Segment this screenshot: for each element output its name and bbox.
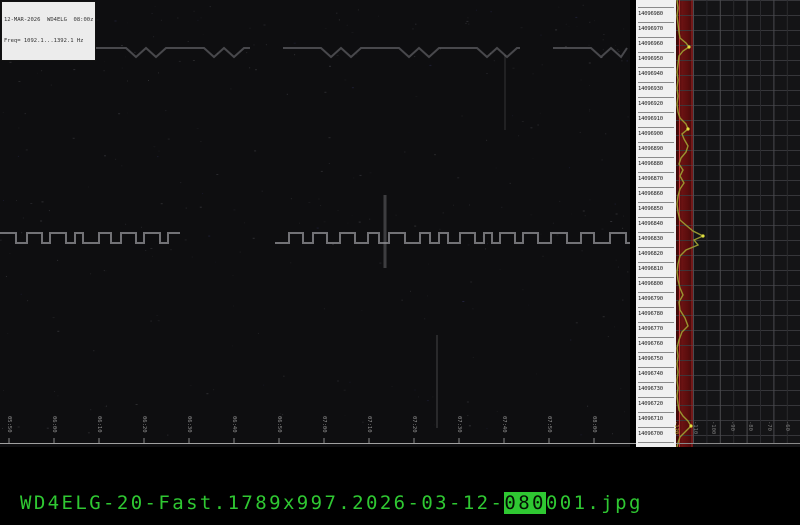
frequency-tick-label: 14096890 — [638, 146, 674, 152]
frequency-tick-line — [638, 142, 674, 143]
qrss-grabber-screenshot: 14096980 14096970 14096960 14096950 14096940… — [0, 0, 800, 525]
frequency-tick-label: 14096910 — [638, 116, 674, 122]
waterfall-panel — [0, 0, 630, 447]
frequency-tick-line — [638, 277, 674, 278]
frequency-tick-label: 14096710 — [638, 416, 674, 422]
frequency-tick-label: 14096820 — [638, 251, 674, 257]
frequency-tick-line — [638, 172, 674, 173]
info-box-freq-range: Freq= 1092.1...1392.1 Hz — [4, 38, 93, 45]
frequency-tick-line — [638, 127, 674, 128]
frequency-tick-label: 14096810 — [638, 266, 674, 272]
db-tick-label: -110 — [692, 421, 698, 445]
frequency-tick-line — [638, 112, 674, 113]
frequency-tick-line — [638, 7, 674, 8]
spectrum-red-band — [676, 0, 693, 447]
frequency-tick-label: 14096880 — [638, 161, 674, 167]
frequency-tick-label: 14096840 — [638, 221, 674, 227]
frequency-tick-line — [638, 82, 674, 83]
frequency-tick-label: 14096970 — [638, 26, 674, 32]
frequency-tick-label: 14096730 — [638, 386, 674, 392]
db-tick-label: -100 — [710, 421, 716, 445]
frequency-scale: 14096980 14096970 14096960 14096950 14096940… — [636, 0, 676, 447]
frequency-tick-label: 14096960 — [638, 41, 674, 47]
frequency-tick-label: 14096940 — [638, 71, 674, 77]
frequency-tick-line — [638, 412, 674, 413]
frequency-tick-label: 14096800 — [638, 281, 674, 287]
frequency-tick-line — [638, 232, 674, 233]
frequency-tick-line — [638, 37, 674, 38]
frequency-tick-line — [638, 382, 674, 383]
frequency-tick-line — [638, 22, 674, 23]
frequency-tick-line — [638, 157, 674, 158]
frequency-tick-line — [638, 202, 674, 203]
db-tick-label: -90 — [729, 421, 735, 445]
frequency-tick-line — [638, 322, 674, 323]
frequency-tick-line — [638, 307, 674, 308]
frequency-tick-label: 14096980 — [638, 11, 674, 17]
time-tick-label: 07:30 — [456, 416, 462, 442]
info-box: 12-MAR-2026 WD4ELG 08:00z Freq= 1092.1..… — [1, 1, 96, 61]
frequency-tick-label: 14096700 — [638, 431, 674, 437]
frequency-tick-label: 14096720 — [638, 401, 674, 407]
info-box-datetime: 12-MAR-2026 WD4ELG 08:00z — [4, 17, 93, 24]
time-tick-label: 07:20 — [411, 416, 417, 442]
time-tick-label: 07:00 — [321, 416, 327, 442]
filename-prefix: WD4ELG-20-Fast.1789x997.2026-03-12- — [20, 492, 504, 514]
frequency-tick-label: 14096740 — [638, 371, 674, 377]
frequency-tick-line — [638, 442, 674, 443]
db-tick-label: -70 — [766, 421, 772, 445]
time-tick-label: 06:10 — [96, 416, 102, 442]
frequency-tick-label: 14096920 — [638, 101, 674, 107]
time-tick-label: 06:20 — [141, 416, 147, 442]
frequency-tick-line — [638, 247, 674, 248]
frequency-tick-label: 14096860 — [638, 191, 674, 197]
frequency-tick-line — [638, 427, 674, 428]
time-tick-label: 07:40 — [501, 416, 507, 442]
frequency-tick-line — [638, 397, 674, 398]
frequency-tick-label: 14096900 — [638, 131, 674, 137]
frequency-tick-line — [638, 187, 674, 188]
frequency-tick-label: 14096930 — [638, 86, 674, 92]
frequency-tick-line — [638, 337, 674, 338]
frequency-tick-label: 14096790 — [638, 296, 674, 302]
frequency-tick-line — [638, 292, 674, 293]
frequency-tick-line — [638, 97, 674, 98]
time-tick-label: 06:30 — [186, 416, 192, 442]
time-tick-label: 05:50 — [6, 416, 12, 442]
frequency-tick-label: 14096770 — [638, 326, 674, 332]
time-tick-label: 07:10 — [366, 416, 372, 442]
frequency-tick-label: 14096830 — [638, 236, 674, 242]
frequency-tick-line — [638, 262, 674, 263]
frequency-tick-label: 14096750 — [638, 356, 674, 362]
time-tick-label: 08:00 — [591, 416, 597, 442]
db-tick-label: -80 — [747, 421, 753, 445]
filename-suffix: 001.jpg — [546, 492, 643, 514]
time-tick-label: 06:40 — [231, 416, 237, 442]
frequency-tick-label: 14096870 — [638, 176, 674, 182]
time-tick-label: 07:50 — [546, 416, 552, 442]
filename-caption: WD4ELG-20-Fast.1789x997.2026-03-12-08000… — [20, 492, 643, 514]
frequency-tick-label: 14096850 — [638, 206, 674, 212]
db-tick-label: -120 — [673, 421, 679, 445]
frequency-tick-line — [638, 52, 674, 53]
frequency-tick-line — [638, 352, 674, 353]
frequency-tick-line — [638, 217, 674, 218]
frequency-tick-line — [638, 367, 674, 368]
time-tick-label: 06:50 — [276, 416, 282, 442]
frequency-tick-label: 14096760 — [638, 341, 674, 347]
db-tick-label: -60 — [784, 421, 790, 445]
spectrum-grid-panel — [693, 0, 800, 447]
frequency-tick-label: 14096780 — [638, 311, 674, 317]
time-tick-label: 06:00 — [51, 416, 57, 442]
filename-highlight: 080 — [504, 492, 546, 514]
frequency-tick-label: 14096950 — [638, 56, 674, 62]
frequency-tick-line — [638, 67, 674, 68]
